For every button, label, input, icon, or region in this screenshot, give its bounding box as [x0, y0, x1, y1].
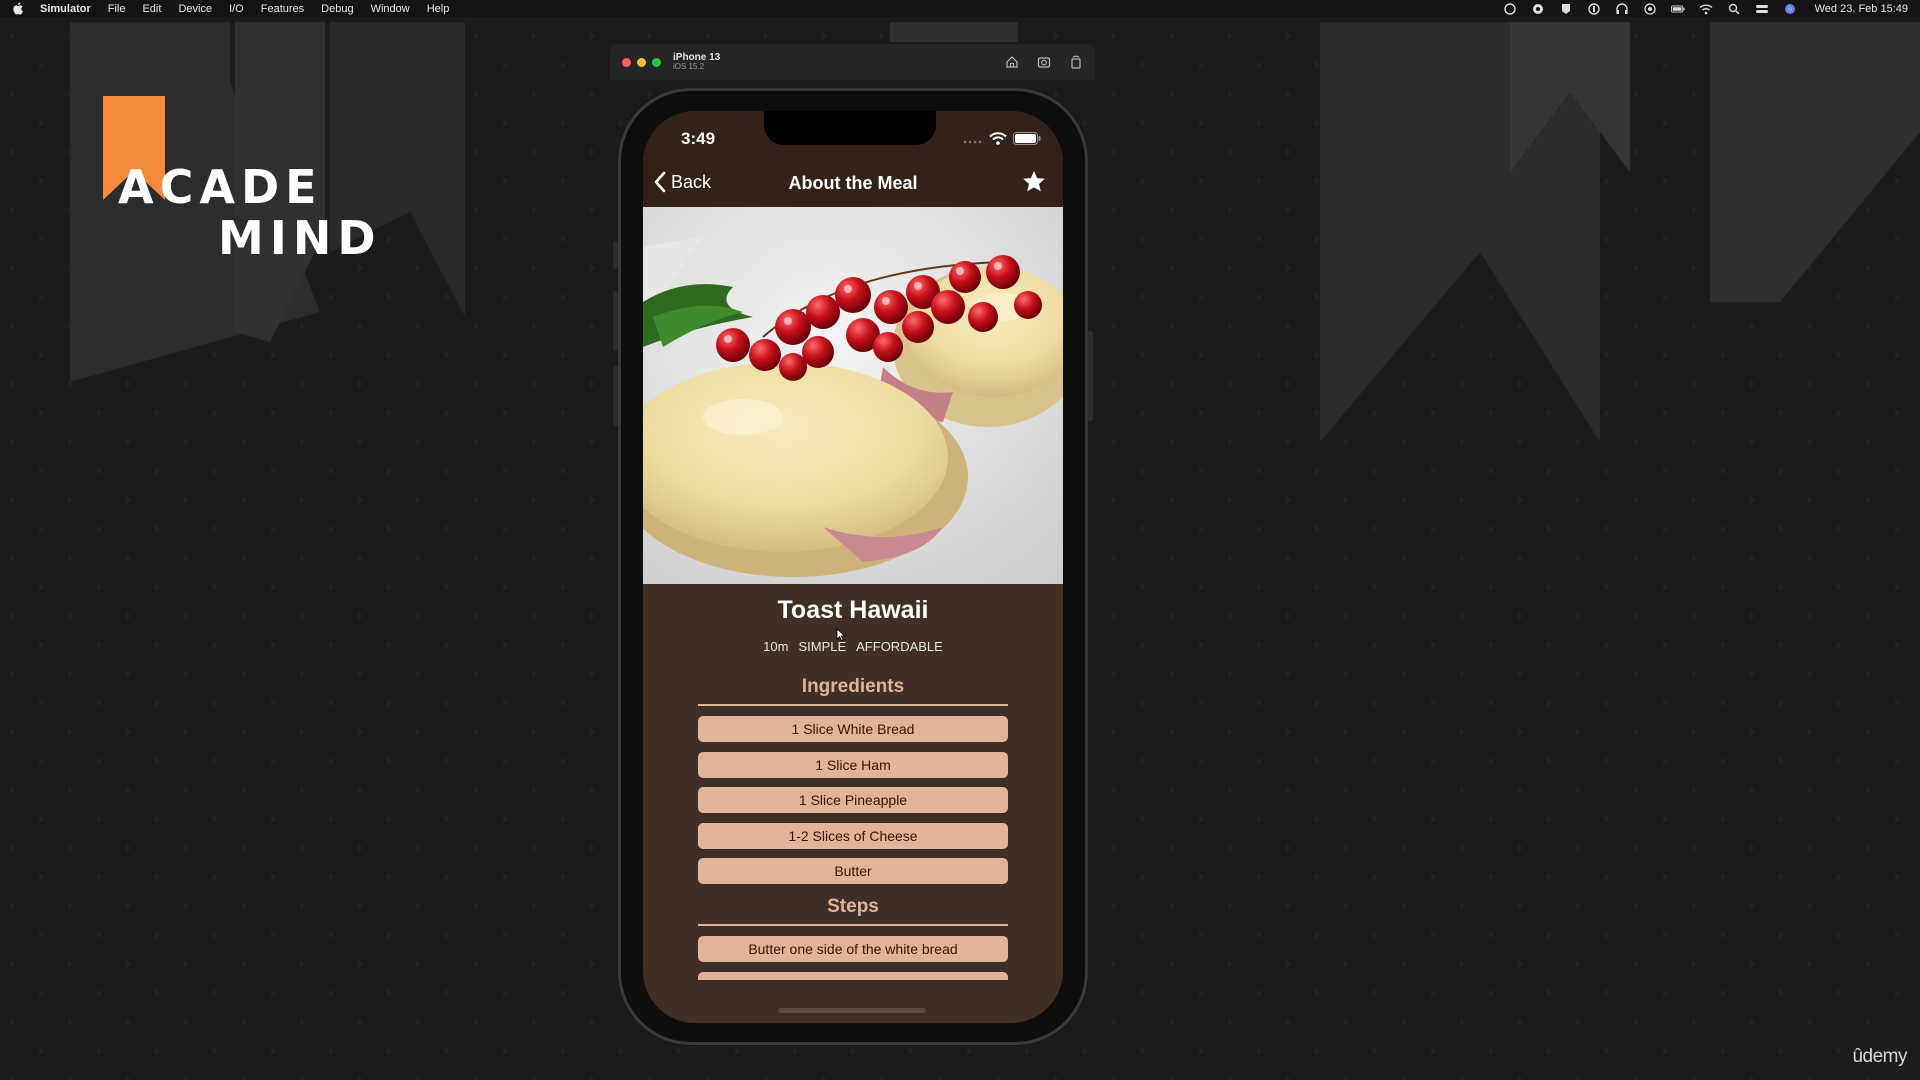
meal-title: Toast Hawaii	[777, 596, 929, 624]
onepassword-icon[interactable]	[1587, 2, 1601, 15]
phone-screen: 3:49 Back About the Meal Toast Hawaii 10…	[643, 111, 1063, 1023]
udemy-watermark: ûdemy	[1852, 1046, 1907, 1067]
home-icon[interactable]	[1005, 55, 1019, 69]
steps-divider	[698, 924, 1008, 926]
siri-icon[interactable]	[1783, 3, 1797, 15]
menu-features[interactable]: Features	[261, 3, 304, 15]
headphones-icon[interactable]	[1615, 2, 1629, 15]
simulator-window-toolbar: iPhone 13 iOS 15.2	[610, 44, 1095, 80]
side-button-power	[1088, 331, 1093, 421]
battery-status-icon	[1013, 132, 1041, 145]
apple-menu-icon[interactable]	[12, 2, 24, 15]
simulator-os-version: iOS 15.2	[673, 62, 705, 72]
ingredients-divider	[698, 704, 1008, 706]
minimize-window-button[interactable]	[637, 57, 646, 67]
side-button-volume-up	[613, 291, 618, 351]
steps-heading: Steps	[827, 896, 879, 917]
spotlight-search-icon[interactable]	[1727, 3, 1741, 15]
window-controls	[622, 57, 661, 67]
sync-icon[interactable]	[1531, 3, 1545, 15]
ingredient-item: 1-2 Slices of Cheese	[698, 822, 1008, 849]
control-center-icon[interactable]	[1755, 3, 1769, 15]
menu-help[interactable]: Help	[427, 3, 450, 15]
ingredient-item: 1 Slice White Bread	[698, 716, 1008, 742]
menu-edit[interactable]: Edit	[142, 3, 161, 15]
phone-notch	[764, 111, 936, 145]
home-indicator[interactable]	[778, 1008, 926, 1013]
academind-logo: ACADE MIND	[100, 94, 382, 265]
meal-details-content[interactable]: Toast Hawaii 10m SIMPLE AFFORDABLE Ingre…	[643, 584, 1063, 1023]
menu-device[interactable]: Device	[178, 3, 212, 15]
meal-details-row: 10m SIMPLE AFFORDABLE	[643, 639, 1063, 654]
menu-file[interactable]: File	[108, 3, 126, 15]
side-button-volume-down	[613, 366, 618, 426]
wifi-status-icon	[989, 132, 1007, 145]
mouse-cursor-icon	[836, 628, 846, 642]
record-icon[interactable]	[1643, 2, 1657, 15]
battery-icon[interactable]	[1670, 3, 1685, 15]
side-button-silent	[613, 241, 618, 269]
mac-menubar: Simulator File Edit Device I/O Features …	[0, 0, 1920, 17]
rotate-icon[interactable]	[1069, 55, 1083, 69]
creative-cloud-icon[interactable]	[1503, 2, 1517, 15]
iphone-device-frame: 3:49 Back About the Meal Toast Hawaii 10…	[613, 91, 1093, 1042]
step-item-partial	[698, 971, 1008, 980]
screenshot-icon[interactable]	[1037, 55, 1051, 69]
menubar-app-name[interactable]: Simulator	[40, 3, 91, 15]
ingredients-heading: Ingredients	[801, 676, 905, 697]
meal-affordability: AFFORDABLE	[856, 639, 943, 654]
chevron-left-icon	[654, 171, 666, 193]
close-window-button[interactable]	[622, 57, 631, 67]
ingredient-item: 1 Slice Ham	[698, 751, 1008, 778]
drafts-icon[interactable]	[1559, 3, 1573, 15]
ingredient-item: 1 Slice Pineapple	[698, 787, 1008, 813]
cellular-signal-icon	[963, 140, 982, 143]
simulator-device-title: iPhone 13 iOS 15.2	[673, 52, 720, 72]
back-button[interactable]: Back	[653, 171, 711, 193]
menubar-clock[interactable]: Wed 23. Feb 15:49	[1815, 3, 1908, 15]
status-time: 3:49	[681, 129, 716, 148]
star-icon[interactable]	[1021, 169, 1047, 195]
wifi-icon[interactable]	[1699, 3, 1713, 15]
meal-duration: 10m	[763, 639, 789, 654]
logo-text-line1: ACADE	[118, 160, 323, 214]
ingredient-item: Butter	[698, 858, 1008, 884]
menu-io[interactable]: I/O	[229, 3, 244, 15]
menu-window[interactable]: Window	[371, 3, 410, 15]
step-item: Butter one side of the white bread	[698, 936, 1008, 962]
meal-image	[643, 207, 1063, 584]
zoom-window-button[interactable]	[652, 57, 661, 67]
app-bar: Back About the Meal	[643, 159, 1063, 207]
logo-text-line2: MIND	[218, 211, 382, 265]
back-button-label: Back	[671, 171, 712, 192]
menu-debug[interactable]: Debug	[321, 3, 353, 15]
